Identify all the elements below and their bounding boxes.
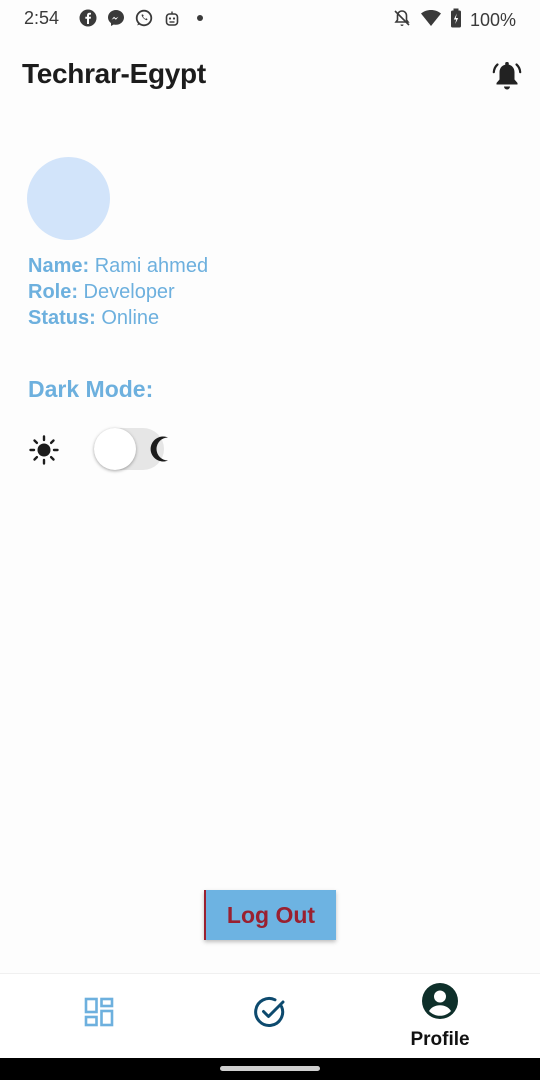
bottom-nav: Profile [0, 973, 540, 1058]
dashboard-icon [83, 996, 115, 1033]
dot-icon [190, 8, 210, 28]
messenger-icon [106, 8, 126, 28]
gesture-bar [0, 1058, 540, 1080]
status-key: Status: [28, 307, 96, 329]
nav-item-profile[interactable]: Profile [350, 974, 530, 1059]
whatsapp-icon [134, 8, 154, 28]
status-time: 2:54 [24, 8, 60, 28]
account-circle-icon [421, 982, 459, 1025]
logout-label: Log Out [226, 901, 316, 928]
notification-icons [78, 8, 210, 28]
dark-mode-toggle-row [28, 426, 188, 472]
check-circle-icon [253, 995, 287, 1034]
status-bar: 2:54 100% [0, 0, 540, 40]
name-value: Rami ahmed [89, 255, 209, 277]
profile-info: Name: Rami ahmed Role: Developer Status:… [28, 253, 208, 331]
battery-percentage: 100% [469, 10, 516, 30]
dark-mode-label: Dark Mode: [28, 376, 154, 402]
wifi-icon [420, 8, 442, 33]
nav-item-tasks[interactable] [180, 974, 360, 1059]
name-row: Name: Rami ahmed [28, 253, 208, 279]
dark-mode-switch-thumb[interactable] [94, 428, 136, 470]
facebook-icon [78, 8, 98, 28]
bot-icon [162, 8, 182, 28]
name-key: Name: [28, 255, 90, 277]
avatar [27, 157, 110, 240]
role-key: Role: [28, 281, 78, 303]
notifications-off-icon [392, 8, 412, 33]
status-row: Status: Online [28, 305, 208, 331]
role-row: Role: Developer [28, 279, 208, 305]
system-icons: 100% [392, 8, 516, 33]
sun-icon [28, 434, 60, 466]
app-title: Techrar-Egypt [22, 58, 206, 89]
notification-bell-icon[interactable] [492, 60, 522, 92]
moon-icon [146, 434, 174, 464]
battery-charging-icon [450, 8, 462, 33]
nav-label-profile: Profile [410, 1029, 470, 1050]
nav-item-dashboard[interactable] [9, 974, 189, 1059]
home-indicator[interactable] [220, 1066, 320, 1071]
role-value: Developer [78, 281, 175, 303]
status-value: Online [95, 307, 160, 329]
logout-button[interactable]: Log Out [204, 890, 336, 940]
